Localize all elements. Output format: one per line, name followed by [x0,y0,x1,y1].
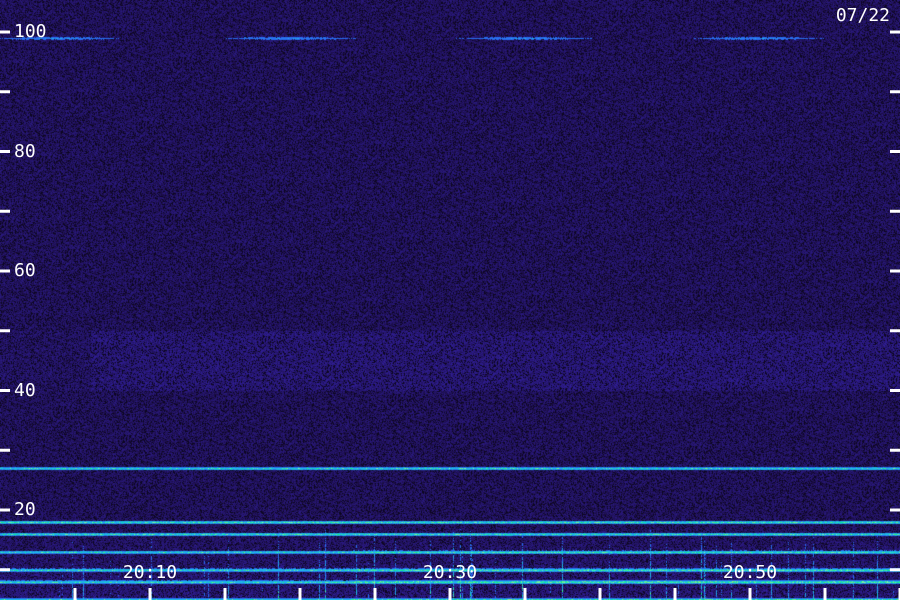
y-tick-label: 40 [14,379,36,401]
y-tick-label: 20 [14,499,36,520]
x-tick-label: 20:30 [422,562,478,583]
y-tick-label: 80 [14,140,36,162]
date-label: 07/22 [835,5,890,26]
y-tick-label: 100 [14,21,47,42]
axis-ticks [0,30,900,600]
spectrogram-chart: 07/22 100 80 60 40 20 20:10 20:30 20:50 [0,0,900,600]
x-tick-label: 20:10 [122,562,178,583]
y-tick-label: 60 [14,260,36,281]
x-tick-label: 20:50 [722,562,778,583]
